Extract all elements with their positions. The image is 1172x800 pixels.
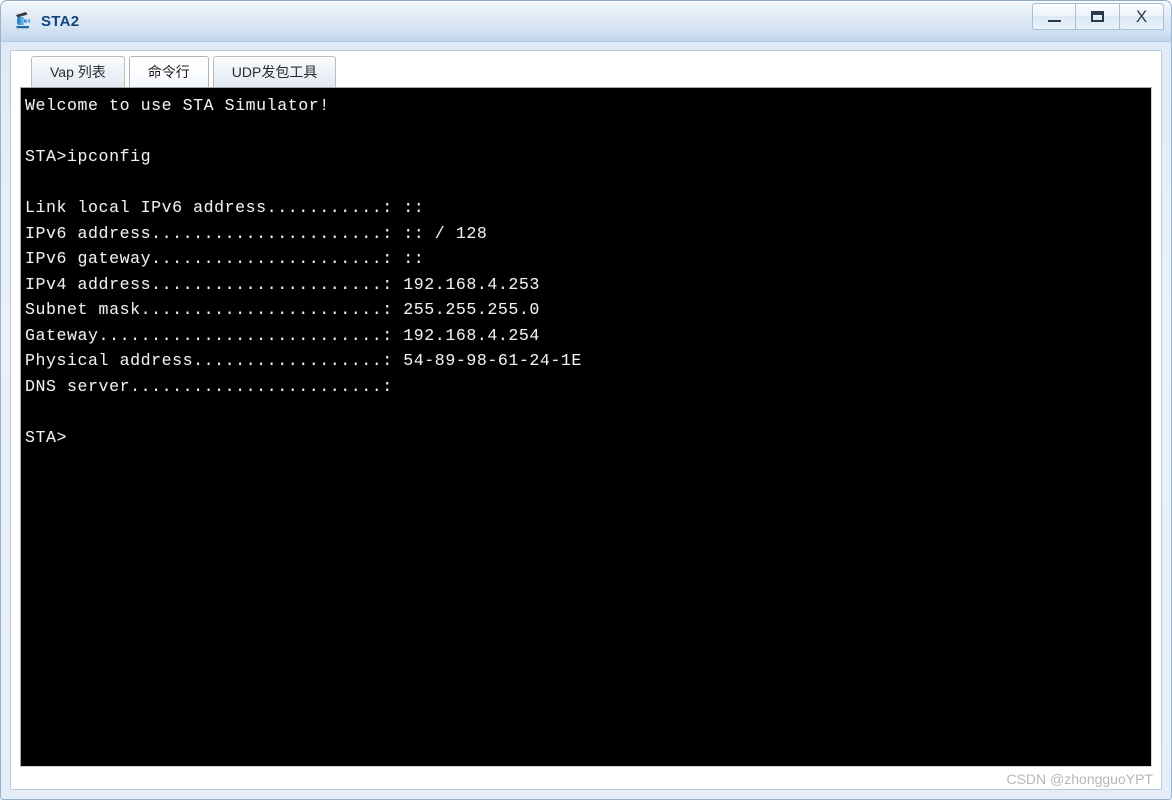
tab-strip: Vap 列表 命令行 UDP发包工具 [11, 51, 1161, 87]
tab-command-line-label: 命令行 [147, 64, 190, 80]
sta-device-icon [12, 10, 34, 32]
terminal-line: IPv6 address......................: :: /… [25, 223, 488, 243]
terminal-line: Subnet mask.......................: 255.… [25, 300, 540, 319]
terminal-panel[interactable]: Welcome to use STA Simulator! STA>ipconfi… [20, 87, 1152, 767]
status-strip: CSDN @zhongguoYPT [11, 767, 1161, 789]
terminal-line: Link local IPv6 address...........: :: [25, 198, 425, 217]
terminal-line: Gateway...........................: 192.… [25, 325, 540, 345]
window-controls: X [1032, 3, 1164, 32]
maximize-button[interactable] [1076, 3, 1120, 30]
title-bar: STA2 X [1, 1, 1171, 42]
tab-vap-list-label: Vap 列表 [50, 64, 106, 80]
minimize-icon [1047, 20, 1061, 22]
terminal-line: IPv4 address......................: 192.… [25, 274, 540, 294]
terminal-line: DNS server........................: [25, 376, 393, 396]
tab-udp-packet-tool[interactable]: UDP发包工具 [212, 56, 337, 87]
tab-udp-packet-tool-label: UDP发包工具 [231, 64, 318, 80]
application-window: STA2 X Vap 列表 命令行 UDP发包工具 Welcome to use… [0, 0, 1172, 800]
minimize-button[interactable] [1032, 3, 1076, 30]
terminal-line: STA>ipconfig [25, 147, 152, 166]
terminal-output[interactable]: Welcome to use STA Simulator! STA>ipconfi… [21, 88, 1151, 450]
tab-vap-list[interactable]: Vap 列表 [31, 56, 125, 87]
maximize-icon [1091, 11, 1104, 22]
window-title: STA2 [41, 12, 80, 30]
terminal-line: STA> [25, 427, 68, 447]
watermark-label: CSDN @zhongguoYPT [1006, 771, 1153, 787]
close-icon: X [1135, 7, 1148, 26]
tab-command-line[interactable]: 命令行 [128, 56, 209, 87]
client-area: Vap 列表 命令行 UDP发包工具 Welcome to use STA Si… [10, 50, 1162, 790]
terminal-line: Welcome to use STA Simulator! [25, 96, 330, 115]
terminal-line: IPv6 gateway......................: :: [25, 249, 425, 268]
close-button[interactable]: X [1120, 3, 1164, 30]
terminal-line: Physical address..................: 54-8… [25, 351, 582, 370]
